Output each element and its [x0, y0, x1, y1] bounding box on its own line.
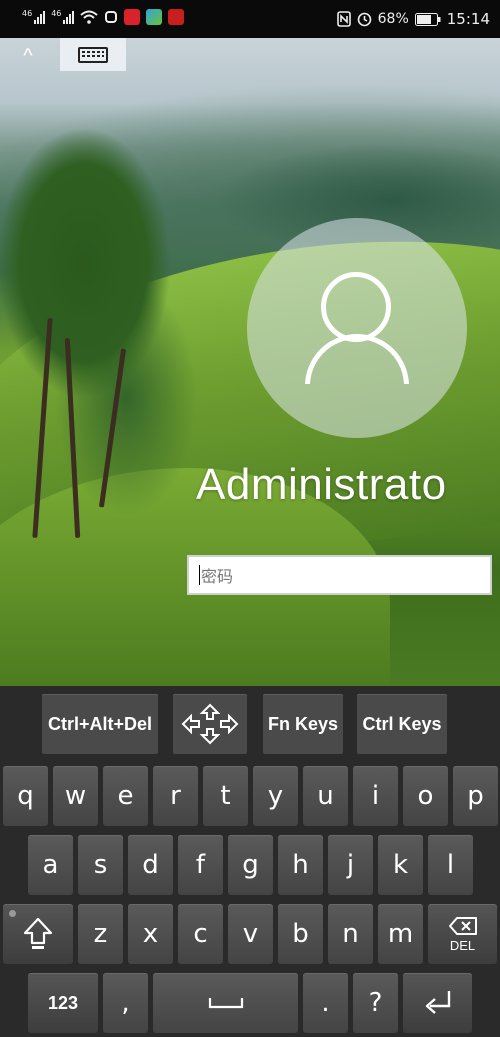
user-avatar	[247, 218, 467, 438]
key-b[interactable]: b	[278, 904, 323, 964]
battery-icon	[414, 12, 441, 26]
space-icon	[208, 998, 243, 1009]
remote-desktop-screen[interactable]: ^ Administrato 密码	[0, 38, 500, 686]
backspace-icon	[448, 916, 477, 935]
signal-icon: 46	[22, 9, 46, 24]
key-h[interactable]: h	[278, 835, 323, 895]
key-e[interactable]: e	[103, 766, 148, 826]
ctrl-keys-button[interactable]: Ctrl Keys	[357, 694, 447, 754]
status-right: 68% 15:14	[336, 10, 490, 28]
arrows-icon	[181, 703, 239, 745]
user-icon	[321, 272, 391, 342]
key-period[interactable]: .	[303, 973, 348, 1033]
arrow-keys-button[interactable]	[173, 694, 247, 754]
key-c[interactable]: c	[178, 904, 223, 964]
key-o[interactable]: o	[403, 766, 448, 826]
app-badge-news	[168, 9, 185, 25]
wifi-icon	[80, 10, 99, 24]
clock-time: 15:14	[446, 10, 490, 28]
key-u[interactable]: u	[303, 766, 348, 826]
network-type-label: 46	[22, 9, 33, 18]
status-bar: 46 46 68% 15:14	[0, 0, 500, 38]
text-caret	[199, 565, 200, 585]
key-v[interactable]: v	[228, 904, 273, 964]
key-f[interactable]: f	[178, 835, 223, 895]
key-q[interactable]: q	[3, 766, 48, 826]
key-w[interactable]: w	[53, 766, 98, 826]
enter-key[interactable]	[403, 973, 472, 1033]
key-s[interactable]: s	[78, 835, 123, 895]
keyboard-icon	[78, 46, 108, 63]
user-icon-body	[305, 334, 409, 384]
enter-icon	[425, 991, 450, 1014]
username-label: Administrato	[196, 460, 447, 509]
nfc-icon	[336, 11, 351, 27]
key-x[interactable]: x	[128, 904, 173, 964]
key-question[interactable]: ?	[353, 973, 398, 1033]
key-j[interactable]: j	[328, 835, 373, 895]
key-l[interactable]: l	[428, 835, 473, 895]
key-n[interactable]: n	[328, 904, 373, 964]
space-key[interactable]	[153, 973, 298, 1033]
network-type-label: 46	[51, 9, 62, 18]
key-comma[interactable]: ,	[103, 973, 148, 1033]
numbers-key[interactable]: 123	[28, 973, 98, 1033]
fn-keys-button[interactable]: Fn Keys	[263, 694, 343, 754]
password-placeholder: 密码	[201, 567, 234, 586]
key-g[interactable]: g	[228, 835, 273, 895]
on-screen-keyboard: Ctrl+Alt+Del Fn Keys Ctrl Keys q w e r t…	[0, 686, 500, 1037]
app-badge-red	[124, 9, 141, 25]
collapse-toolbar-button[interactable]: ^	[14, 46, 42, 66]
delete-label: DEL	[449, 937, 476, 953]
key-r[interactable]: r	[153, 766, 198, 826]
key-k[interactable]: k	[378, 835, 423, 895]
clock-icon	[357, 12, 371, 26]
delete-key[interactable]: DEL	[428, 904, 497, 964]
key-d[interactable]: d	[128, 835, 173, 895]
signal-icon: 46	[51, 9, 75, 24]
app-badge-media	[146, 9, 163, 25]
key-m[interactable]: m	[378, 904, 423, 964]
status-left: 46 46	[22, 9, 185, 25]
key-a[interactable]: a	[28, 835, 73, 895]
keyboard-toggle-button[interactable]	[60, 38, 126, 71]
password-field[interactable]: 密码	[187, 555, 492, 595]
key-z[interactable]: z	[78, 904, 123, 964]
shift-icon	[23, 917, 53, 949]
key-i[interactable]: i	[353, 766, 398, 826]
ctrl-alt-del-button[interactable]: Ctrl+Alt+Del	[42, 694, 158, 754]
key-t[interactable]: t	[203, 766, 248, 826]
shift-indicator-dot	[9, 910, 16, 917]
background-trees	[0, 128, 210, 578]
alarm-icon	[105, 11, 118, 23]
key-p[interactable]: p	[453, 766, 498, 826]
battery-percent: 68%	[377, 11, 409, 27]
key-y[interactable]: y	[253, 766, 298, 826]
